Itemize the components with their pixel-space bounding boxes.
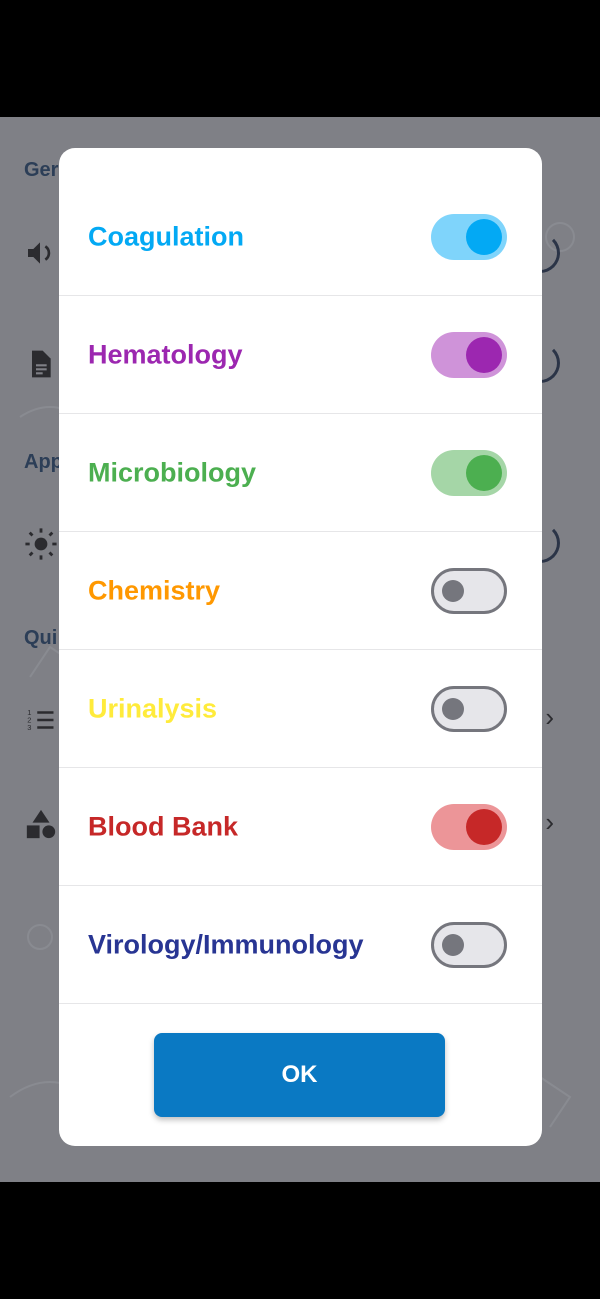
coagulation-toggle[interactable] [431, 213, 507, 260]
chemistry-toggle[interactable] [431, 567, 507, 614]
category-label: Chemistry [88, 575, 221, 605]
category-label: Virology/Immunology [88, 929, 364, 959]
section-quiz-heading: Qui [24, 627, 58, 649]
toggle-knob [466, 454, 502, 491]
toggle-knob [466, 336, 502, 373]
hematology-toggle[interactable] [431, 331, 507, 378]
category-row-blood-bank[interactable]: Blood Bank [59, 768, 542, 886]
category-row-hematology[interactable]: Hematology [59, 296, 542, 414]
category-label: Urinalysis [88, 693, 218, 723]
category-row-urinalysis[interactable]: Urinalysis [59, 650, 542, 768]
category-row-virology-immunology[interactable]: Virology/Immunology [59, 886, 542, 1004]
volume-icon [24, 237, 56, 274]
shapes-icon [24, 807, 58, 846]
section-appearance-heading: App [24, 451, 63, 473]
toggle-knob [466, 218, 502, 255]
blood-bank-toggle[interactable] [431, 803, 507, 850]
ok-button[interactable]: OK [154, 1033, 445, 1117]
category-filter-dialog: Coagulation Hematology Microbiology Chem… [59, 148, 542, 1146]
category-label: Microbiology [88, 457, 256, 487]
chevron-right-icon-2[interactable]: › [545, 807, 554, 838]
toggle-knob [442, 579, 464, 602]
category-label: Hematology [88, 339, 243, 369]
toggle-knob [466, 808, 502, 845]
numbered-list-icon: 123 [24, 705, 58, 740]
urinalysis-toggle[interactable] [431, 685, 507, 732]
toggle-knob [442, 697, 464, 720]
microbiology-toggle[interactable] [431, 449, 507, 496]
brightness-icon [24, 527, 58, 566]
category-label: Blood Bank [88, 811, 239, 841]
virology-immunology-toggle[interactable] [431, 921, 507, 968]
chevron-right-icon[interactable]: › [545, 702, 554, 733]
svg-text:3: 3 [27, 723, 31, 732]
category-label: Coagulation [88, 221, 244, 251]
document-icon [24, 347, 56, 386]
toggle-knob [442, 933, 464, 956]
category-row-coagulation[interactable]: Coagulation [59, 178, 542, 296]
section-general-heading: Ger [24, 159, 59, 181]
category-row-chemistry[interactable]: Chemistry [59, 532, 542, 650]
category-row-microbiology[interactable]: Microbiology [59, 414, 542, 532]
